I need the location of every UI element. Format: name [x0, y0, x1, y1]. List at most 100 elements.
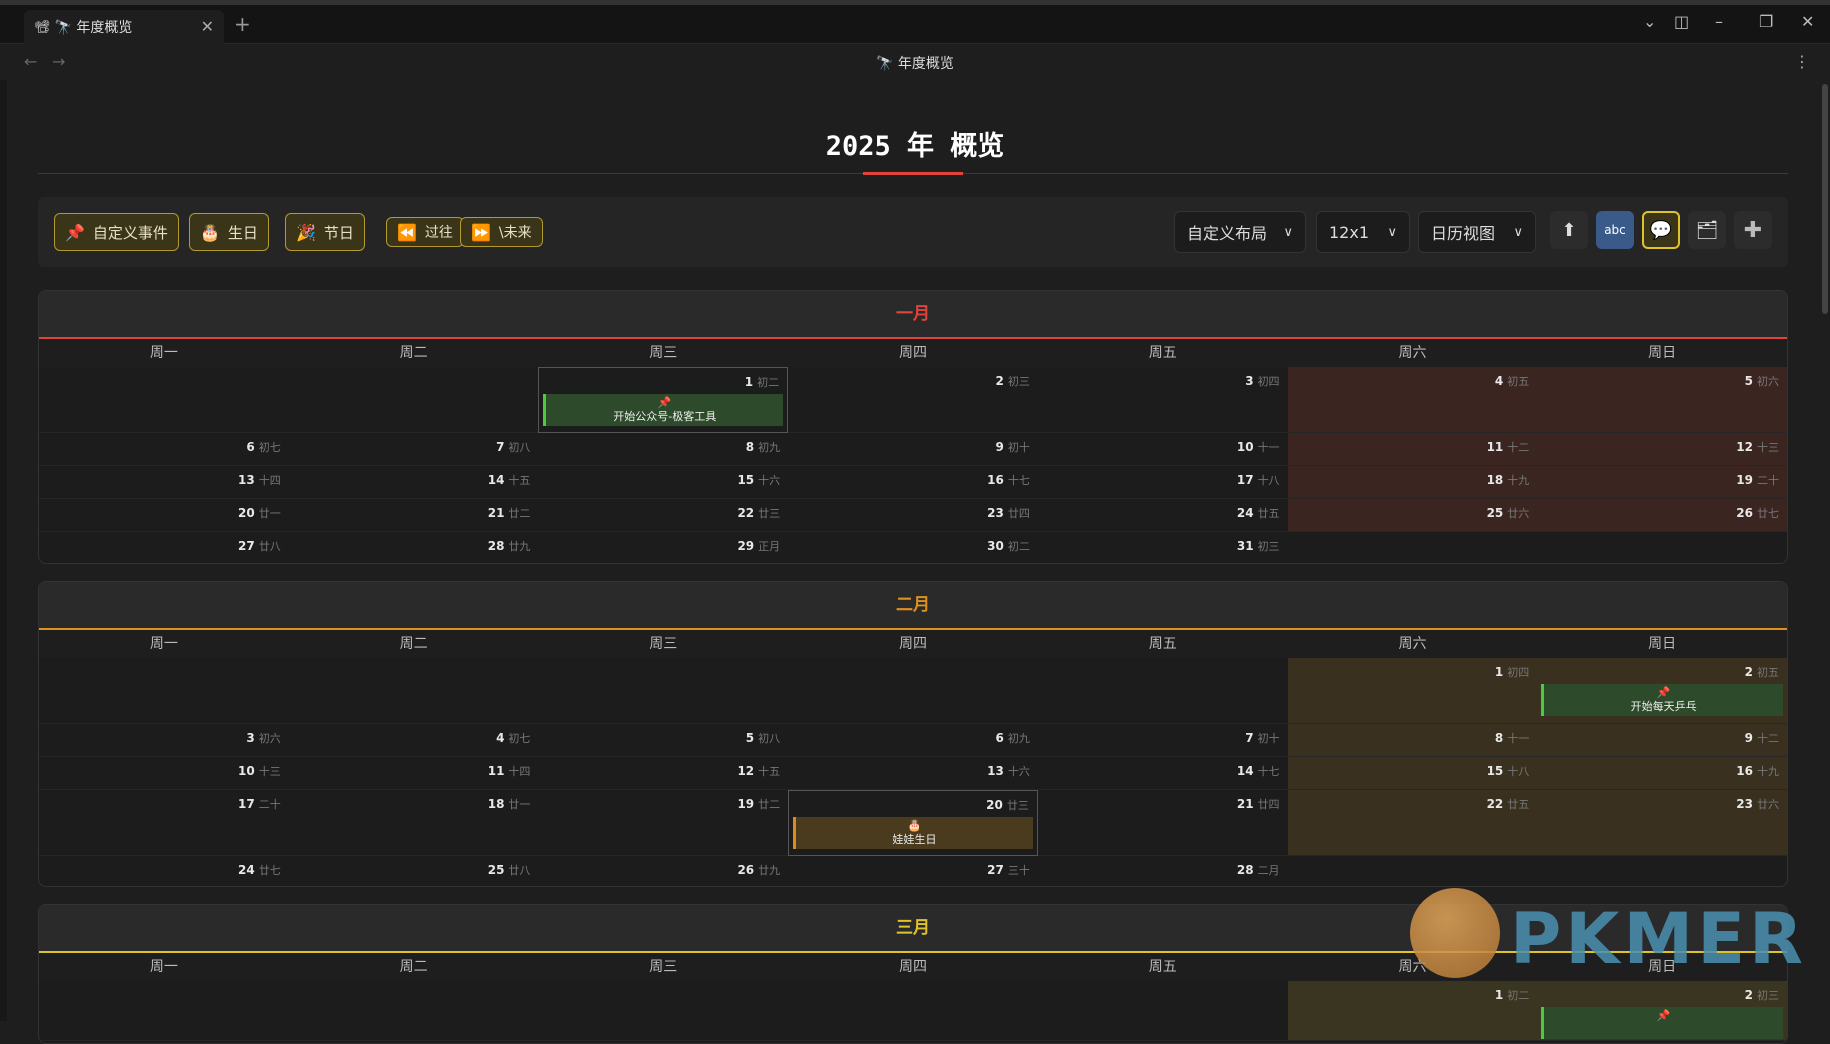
day-cell[interactable]: 15 十八 [1287, 757, 1538, 790]
folder-button[interactable]: 🗂 [1688, 211, 1726, 249]
day-number: 20 廿三 [986, 797, 1029, 813]
day-cell[interactable]: 24 廿五 [1037, 499, 1288, 532]
day-cell[interactable]: 7 初八 [288, 433, 539, 466]
custom-event-button[interactable]: 📌 自定义事件 [54, 213, 179, 251]
day-cell[interactable]: 18 廿一 [288, 790, 539, 856]
day-cell[interactable]: 10 十一 [1037, 433, 1288, 466]
day-cell[interactable]: 17 二十 [39, 790, 289, 856]
day-cell[interactable]: 7 初十 [1037, 724, 1288, 757]
day-cell[interactable]: 13 十四 [39, 466, 289, 499]
calendar-event[interactable]: 📌 开始公众号-极客工具 [543, 394, 784, 426]
calendar-event[interactable]: 📌 [1541, 1007, 1783, 1039]
day-cell[interactable]: 27 三十 [788, 856, 1038, 886]
day-cell[interactable]: 21 廿四 [1037, 790, 1288, 856]
day-cell[interactable]: 20 廿三 🎂 娃娃生日 [788, 790, 1038, 856]
day-cell[interactable]: 31 初三 [1038, 532, 1288, 563]
day-cell[interactable]: 24 廿七 [39, 856, 289, 886]
day-cell[interactable]: 14 十五 [288, 466, 539, 499]
day-cell[interactable]: 23 廿六 [1537, 790, 1787, 856]
day-cell[interactable]: 11 十四 [288, 757, 539, 790]
add-button[interactable]: ✚ [1734, 211, 1772, 249]
day-num: 25 [1486, 506, 1504, 520]
lunar-date: 十七 [1257, 765, 1280, 778]
day-cell[interactable]: 30 初二 [788, 532, 1038, 563]
day-cell[interactable]: 18 十九 [1287, 466, 1538, 499]
day-cell[interactable]: 29 正月 [538, 532, 788, 563]
day-cell[interactable]: 13 十六 [788, 757, 1038, 790]
new-tab-icon[interactable]: + [234, 12, 251, 36]
day-cell[interactable]: 5 初八 [538, 724, 789, 757]
day-cell[interactable]: 21 廿二 [288, 499, 539, 532]
grid-select[interactable]: 12x1 ∨ [1316, 211, 1410, 253]
day-number: 23 廿六 [1736, 796, 1779, 812]
future-button[interactable]: ⏩ \未来 [460, 217, 543, 247]
day-cell[interactable]: 23 廿四 [788, 499, 1038, 532]
abc-button[interactable]: abc [1596, 211, 1634, 249]
maximize-icon[interactable]: ❐ [1759, 12, 1773, 31]
minimize-icon[interactable]: – [1715, 12, 1723, 31]
scrollbar[interactable] [1822, 84, 1828, 314]
calendar-event[interactable]: 🎂 娃娃生日 [793, 817, 1033, 849]
day-cell[interactable]: 6 初九 [788, 724, 1038, 757]
day-cell[interactable]: 26 廿七 [1537, 499, 1787, 532]
chevron-down-icon[interactable]: ⌄ [1643, 12, 1656, 31]
day-cell[interactable]: 28 二月 [1038, 856, 1288, 886]
close-tab-icon[interactable]: ✕ [201, 17, 214, 36]
day-cell[interactable]: 2 初三 [788, 367, 1038, 433]
day-cell[interactable]: 12 十三 [1537, 433, 1787, 466]
day-cell[interactable]: 25 廿六 [1287, 499, 1538, 532]
day-cell[interactable]: 3 初六 [39, 724, 289, 757]
layout-select[interactable]: 自定义布局 ∨ [1174, 211, 1306, 253]
day-cell[interactable]: 19 廿二 [538, 790, 789, 856]
day-num: 18 [487, 797, 505, 811]
calendar-event[interactable]: 📌 开始每天乒乓 [1541, 684, 1783, 716]
day-cell[interactable]: 20 廿一 [39, 499, 289, 532]
day-cell[interactable]: 26 廿九 [538, 856, 788, 886]
tab-annual-overview[interactable]: 📽 🔭 年度概览 ✕ [24, 10, 224, 44]
day-cell[interactable]: 9 初十 [788, 433, 1038, 466]
day-cell[interactable]: 1 初二 📌 开始公众号-极客工具 [538, 367, 789, 433]
close-window-icon[interactable]: ✕ [1801, 12, 1814, 31]
day-cell[interactable]: 9 十二 [1537, 724, 1787, 757]
day-number: 17 二十 [238, 796, 281, 812]
view-select[interactable]: 日历视图 ∨ [1418, 211, 1536, 253]
rewind-icon: ⏪ [397, 222, 417, 242]
day-cell[interactable]: 5 初六 [1537, 367, 1787, 433]
speech-bubble-button[interactable]: 💬 [1642, 211, 1680, 249]
day-cell[interactable]: 8 十一 [1287, 724, 1538, 757]
up-arrow-button[interactable]: ⬆ [1550, 211, 1588, 249]
day-cell[interactable]: 4 初七 [288, 724, 539, 757]
day-num: 15 [737, 473, 755, 487]
day-cell[interactable]: 27 廿八 [39, 532, 289, 563]
day-cell[interactable]: 25 廿八 [289, 856, 539, 886]
pin-icon: 📌 [65, 222, 85, 242]
birthday-button[interactable]: 🎂 生日 [189, 213, 269, 251]
day-cell[interactable]: 8 初九 [538, 433, 789, 466]
day-cell[interactable]: 2 初五 📌 开始每天乒乓 [1537, 658, 1787, 724]
day-cell[interactable]: 3 初四 [1037, 367, 1288, 433]
past-button[interactable]: ⏪ 过往 [386, 217, 464, 247]
day-cell[interactable]: 14 十七 [1037, 757, 1288, 790]
day-cell[interactable]: 6 初七 [39, 433, 289, 466]
day-num: 26 [1736, 506, 1753, 520]
day-cell[interactable]: 1 初四 [1287, 658, 1538, 724]
day-cell[interactable]: 22 廿五 [1287, 790, 1538, 856]
day-cell[interactable]: 16 十九 [1537, 757, 1787, 790]
day-cell[interactable]: 19 二十 [1537, 466, 1787, 499]
day-cell[interactable]: 2 初三 📌 [1537, 981, 1787, 1041]
day-cell[interactable]: 22 廿三 [538, 499, 789, 532]
day-cell[interactable]: 28 廿九 [289, 532, 539, 563]
day-cell[interactable]: 11 十二 [1287, 433, 1538, 466]
day-cell[interactable]: 15 十六 [538, 466, 789, 499]
holiday-button[interactable]: 🎉 节日 [285, 213, 365, 251]
day-cell[interactable]: 12 十五 [538, 757, 789, 790]
weekday-label: 周二 [399, 959, 428, 975]
sidebar-toggle-icon[interactable]: ◫ [1674, 12, 1689, 31]
day-cell[interactable]: 4 初五 [1287, 367, 1538, 433]
day-cell[interactable]: 10 十三 [39, 757, 289, 790]
day-grid: 1 初二 2 初三 📌 [39, 981, 1787, 1041]
day-cell[interactable]: 17 十八 [1037, 466, 1288, 499]
day-cell[interactable]: 1 初二 [1287, 981, 1538, 1041]
day-cell[interactable]: 16 十七 [788, 466, 1038, 499]
more-options-icon[interactable]: ⋮ [1794, 52, 1810, 71]
